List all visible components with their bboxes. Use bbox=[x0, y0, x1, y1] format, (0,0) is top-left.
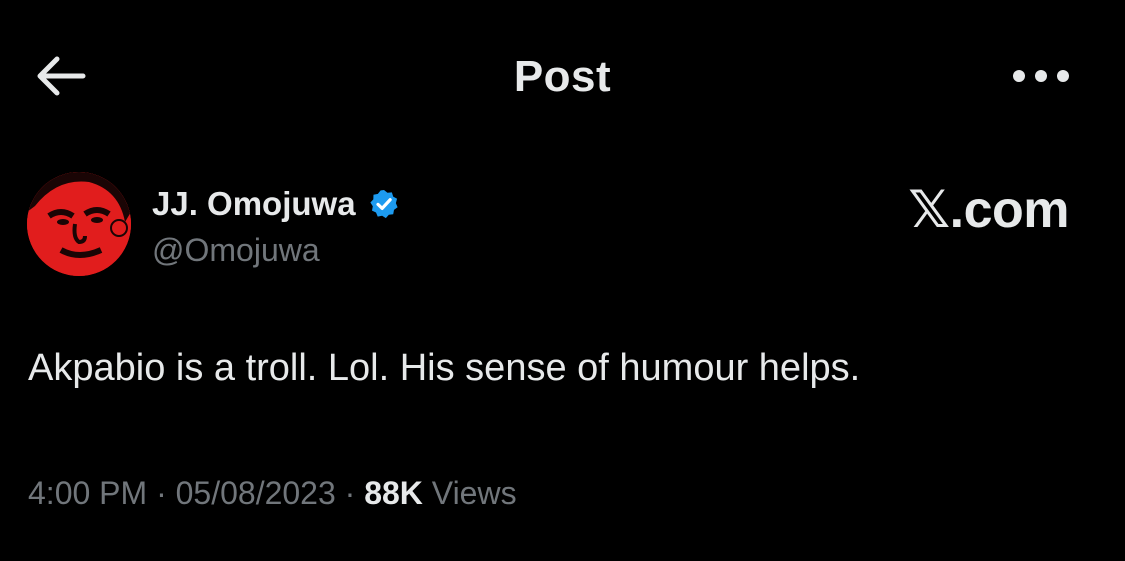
ellipsis-horizontal-icon bbox=[1013, 70, 1069, 82]
top-bar: Post bbox=[0, 0, 1125, 150]
more-options-button[interactable] bbox=[1005, 56, 1077, 96]
verified-badge-icon bbox=[369, 190, 398, 219]
post-meta: 4:00 PM · 05/08/2023 · 88K Views bbox=[28, 475, 517, 512]
meta-separator: · bbox=[156, 475, 167, 511]
page-title: Post bbox=[513, 52, 612, 101]
post-time[interactable]: 4:00 PM bbox=[28, 475, 147, 511]
avatar-portrait bbox=[27, 172, 131, 276]
author-name[interactable]: JJ. Omojuwa bbox=[152, 185, 400, 223]
avatar[interactable] bbox=[27, 172, 131, 276]
watermark-suffix: .com bbox=[949, 181, 1070, 239]
x-com-watermark: 𝕏.com bbox=[908, 180, 1069, 240]
post-date[interactable]: 05/08/2023 bbox=[176, 475, 336, 511]
views-label: Views bbox=[431, 475, 517, 511]
author-name-text: JJ. Omojuwa bbox=[152, 185, 356, 222]
x-logo-icon: 𝕏 bbox=[908, 180, 950, 240]
author-handle[interactable]: @Omojuwa bbox=[152, 232, 320, 269]
meta-separator: · bbox=[344, 475, 356, 511]
views-count[interactable]: 88K bbox=[364, 475, 423, 511]
post-text: Akpabio is a troll. Lol. His sense of hu… bbox=[28, 347, 861, 389]
